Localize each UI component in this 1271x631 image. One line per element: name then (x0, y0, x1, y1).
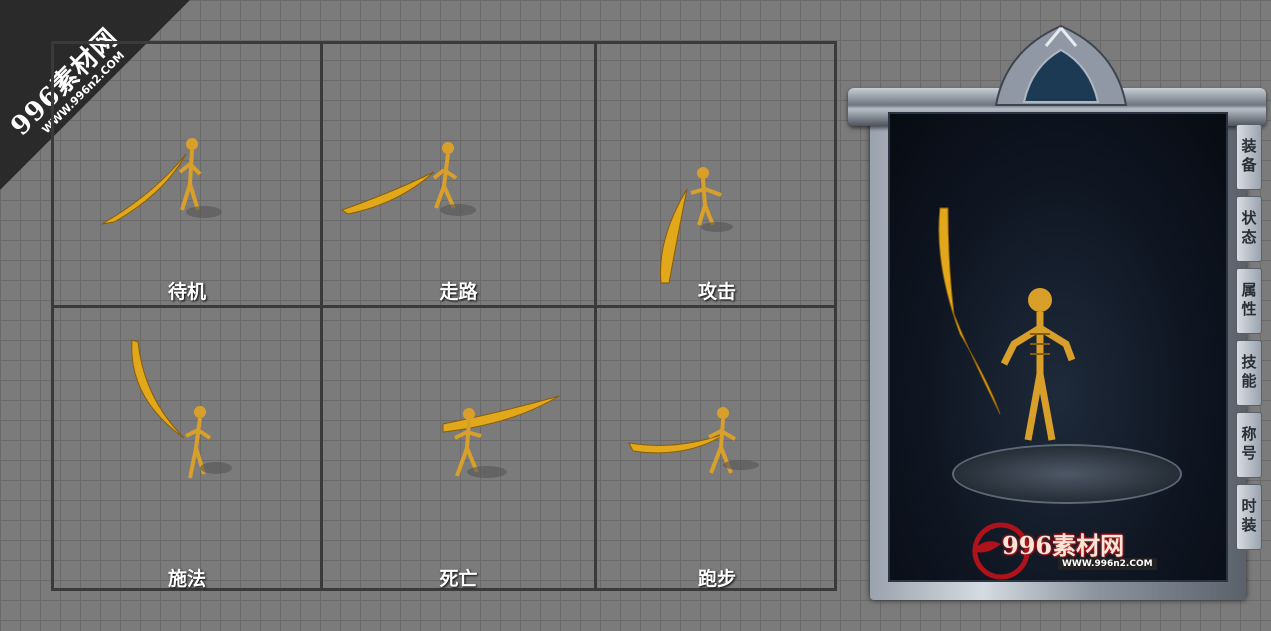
animation-grid: 待机 走路 攻击 施法 死亡 跑步 (51, 41, 837, 591)
tab-status[interactable]: 状态 (1236, 196, 1262, 262)
tab-label: 属性 (1239, 282, 1258, 320)
panel-tabs: 装备 状态 属性 技能 称号 时装 (1236, 124, 1264, 556)
frame-death[interactable]: 死亡 (323, 308, 594, 591)
ornament-crown-icon (994, 24, 1128, 106)
skeleton-sprite-run (628, 407, 759, 474)
frame-label: 攻击 (697, 281, 736, 303)
frame-label: 走路 (439, 281, 478, 303)
tab-attributes[interactable]: 属性 (1236, 268, 1262, 334)
brand-logo: 996素材网 WWW.996n2.COM (972, 522, 1196, 580)
tab-label: 技能 (1239, 354, 1258, 392)
skeleton-sprite-attack (660, 167, 733, 284)
tab-titles[interactable]: 称号 (1236, 412, 1262, 478)
frame-label: 待机 (167, 281, 206, 303)
character-view: 996素材网 WWW.996n2.COM (888, 112, 1228, 582)
tab-label: 称号 (1239, 426, 1258, 464)
logo-url: WWW.996n2.COM (1058, 558, 1157, 570)
tab-fashion[interactable]: 时装 (1236, 484, 1262, 550)
tab-skills[interactable]: 技能 (1236, 340, 1262, 406)
frame-label: 死亡 (439, 568, 478, 590)
tab-equipment[interactable]: 装备 (1236, 124, 1262, 190)
tab-label: 时装 (1239, 498, 1258, 536)
tab-label: 状态 (1239, 210, 1258, 248)
frame-attack[interactable]: 攻击 (597, 44, 837, 305)
skeleton-sprite-walk (340, 142, 476, 216)
skeleton-sprite-death (442, 395, 560, 478)
frame-walk[interactable]: 走路 (323, 44, 594, 305)
logo-text: 996素材网 (1002, 531, 1125, 560)
frame-label: 施法 (167, 568, 206, 590)
frame-idle[interactable]: 待机 (54, 44, 320, 305)
skeleton-warrior-figure (938, 207, 1076, 441)
character-panel: 996素材网 WWW.996n2.COM 装备 状态 属性 技能 称号 时装 (848, 20, 1266, 600)
tab-label: 装备 (1239, 138, 1258, 176)
frame-label: 跑步 (697, 568, 736, 590)
frame-run[interactable]: 跑步 (597, 308, 837, 591)
frame-cast[interactable]: 施法 (54, 308, 320, 591)
skeleton-sprite-cast (131, 339, 232, 479)
skeleton-sprite-idle (101, 138, 222, 225)
